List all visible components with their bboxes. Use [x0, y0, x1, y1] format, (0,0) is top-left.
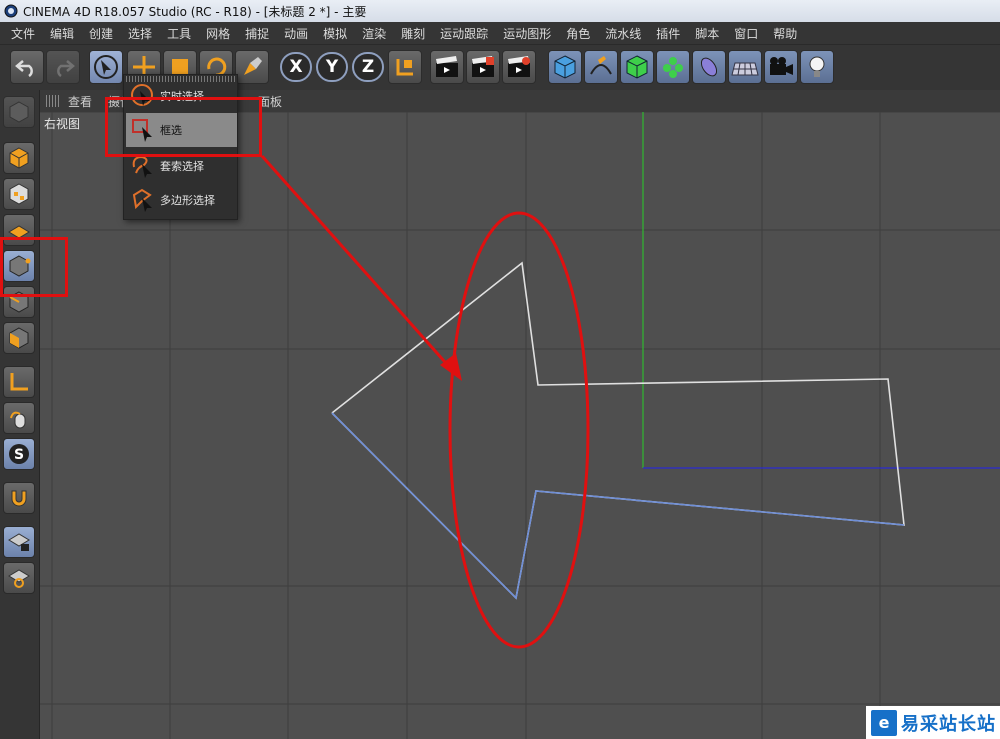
subdivision-surface-button[interactable] [620, 50, 654, 84]
solo-s-icon: S [9, 444, 29, 464]
floor-button[interactable] [728, 50, 762, 84]
viewport-grip-icon[interactable] [46, 95, 60, 107]
menu-bar: 文件 编辑 创建 选择 工具 网格 捕捉 动画 模拟 渲染 雕刻 运动跟踪 运动… [0, 22, 1000, 44]
mouse-icon [10, 411, 26, 429]
axis-icon [10, 373, 28, 391]
menu-plugins[interactable]: 插件 [649, 25, 688, 42]
svg-text:S: S [14, 447, 24, 463]
mode-sidebar: S [0, 90, 40, 739]
watermark-logo-icon: e [871, 709, 897, 736]
bend-deformer-icon [700, 57, 718, 77]
menu-select[interactable]: 选择 [121, 25, 160, 42]
cloner-icon [663, 57, 683, 78]
cube-icon [554, 55, 576, 79]
render-to-picture-viewer-button[interactable] [466, 50, 500, 84]
spline-pen-button[interactable] [584, 50, 618, 84]
deformer-button[interactable] [692, 50, 726, 84]
editable-cube-icon [9, 101, 29, 123]
model-mode-button[interactable] [3, 142, 35, 174]
title-bar: CINEMA 4D R18.057 Studio (RC - R18) - [未… [0, 0, 1000, 22]
viewport-menu-view[interactable]: 查看 [68, 93, 92, 110]
polygons-mode-button[interactable] [3, 322, 35, 354]
selection-tool-button[interactable] [89, 50, 123, 84]
clapperboard-settings-icon [508, 56, 530, 77]
menu-sculpt[interactable]: 雕刻 [394, 25, 433, 42]
arrow-spline-selected-segment [331, 412, 905, 600]
menu-simulate[interactable]: 模拟 [316, 25, 355, 42]
menu-file[interactable]: 文件 [4, 25, 43, 42]
snap-button[interactable] [3, 482, 35, 514]
menu-edit[interactable]: 编辑 [43, 25, 82, 42]
make-editable-button[interactable] [3, 96, 35, 128]
arrow-spline[interactable] [331, 261, 905, 600]
light-button[interactable] [800, 50, 834, 84]
cinema4d-logo-icon [4, 4, 18, 18]
menu-tools[interactable]: 工具 [160, 25, 199, 42]
pen-icon [244, 57, 262, 75]
y-axis-lock-button[interactable]: Y [316, 52, 348, 82]
texture-cube-icon [9, 183, 29, 205]
workplane-align-button[interactable] [3, 562, 35, 594]
spline-pen-icon [590, 56, 612, 75]
model-cube-icon [9, 147, 29, 169]
floor-grid-icon [731, 62, 759, 76]
texture-mode-button[interactable] [3, 178, 35, 210]
polygons-cube-icon [9, 327, 29, 349]
grid-lock-icon [8, 533, 30, 551]
highlight-box-rectangle-selection [105, 97, 262, 157]
menu-item-polygon-selection[interactable]: 多边形选择 [126, 183, 237, 217]
menu-create[interactable]: 创建 [82, 25, 121, 42]
magnet-icon [11, 490, 27, 507]
coordinate-system-button[interactable] [388, 50, 422, 84]
arrow-cursor-icon [94, 55, 118, 79]
menu-help[interactable]: 帮助 [766, 25, 805, 42]
watermark: e 易采站长站 [866, 706, 1000, 739]
cloner-button[interactable] [656, 50, 690, 84]
grid-rotate-icon [8, 569, 30, 588]
tweak-mode-button[interactable] [3, 402, 35, 434]
menu-render[interactable]: 渲染 [355, 25, 394, 42]
undo-button[interactable] [10, 50, 44, 84]
subdivision-cube-icon [626, 55, 648, 79]
axis-mode-button[interactable] [3, 366, 35, 398]
viewport-label: 右视图 [44, 117, 81, 131]
solo-button[interactable]: S [3, 438, 35, 470]
menu-animate[interactable]: 动画 [277, 25, 316, 42]
highlight-box-points-mode [0, 237, 68, 297]
menu-item-label: 多边形选择 [160, 194, 215, 207]
render-view-button[interactable] [430, 50, 464, 84]
camera-icon [770, 57, 793, 75]
cube-object-button[interactable] [548, 50, 582, 84]
menu-mesh[interactable]: 网格 [199, 25, 238, 42]
menu-snap[interactable]: 捕捉 [238, 25, 277, 42]
pen-tool-button[interactable] [235, 50, 269, 84]
menu-mograph[interactable]: 运动图形 [496, 25, 559, 42]
menu-pipeline[interactable]: 流水线 [598, 25, 649, 42]
workplane-lock-button[interactable] [3, 526, 35, 558]
menu-window[interactable]: 窗口 [727, 25, 766, 42]
clapperboard-icon [436, 56, 458, 77]
window-title: CINEMA 4D R18.057 Studio (RC - R18) - [未… [23, 4, 367, 19]
x-axis-lock-button[interactable]: X [280, 52, 312, 82]
light-bulb-icon [809, 56, 825, 77]
menu-item-label: 套索选择 [160, 160, 204, 173]
redo-button[interactable] [46, 50, 80, 84]
menu-character[interactable]: 角色 [559, 25, 598, 42]
menu-script[interactable]: 脚本 [688, 25, 727, 42]
redo-icon [57, 60, 75, 77]
camera-button[interactable] [764, 50, 798, 84]
polygon-selection-icon [132, 188, 152, 212]
world-axis-icon [396, 59, 413, 76]
watermark-text: 易采站长站 [901, 713, 996, 735]
render-settings-button[interactable] [502, 50, 536, 84]
menu-motion-tracker[interactable]: 运动跟踪 [433, 25, 496, 42]
clapperboard-render-icon [472, 56, 494, 77]
z-axis-lock-button[interactable]: Z [352, 52, 384, 82]
undo-icon [15, 60, 33, 77]
